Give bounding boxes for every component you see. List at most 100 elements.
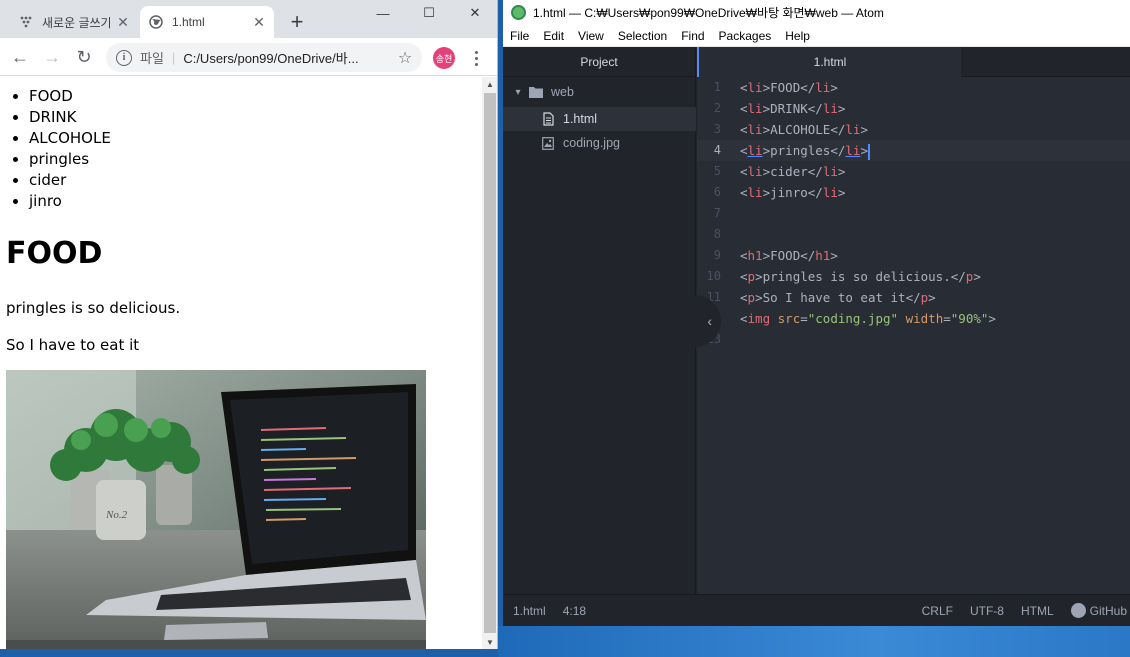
list-item: DRINK [29,107,111,128]
line-number: 9 [713,248,721,262]
new-tab-button[interactable]: + [284,9,310,35]
status-file-name[interactable]: 1.html [513,604,546,618]
status-encoding[interactable]: UTF-8 [970,604,1004,618]
code-line[interactable]: 2 <li>DRINK</li> [697,98,1130,119]
bookmark-star-icon[interactable]: ☆ [392,48,418,68]
kebab-menu-icon[interactable] [466,46,486,70]
code-line[interactable]: 7 [697,203,1130,224]
tree-file-label: coding.jpg [563,136,620,150]
page-list: FOOD DRINK ALCOHOLE pringles cider jinro [29,86,111,212]
project-header[interactable]: Project [503,47,695,77]
line-content: <li>ALCOHOLE</li> [740,122,868,137]
code-line[interactable]: 1 <li>FOOD</li> [697,77,1130,98]
paragraph: So I have to eat it [6,336,140,354]
code-line-current[interactable]: 4 <li>pringles</li> [697,140,1130,161]
line-number: 8 [713,227,721,241]
laptop-plant-photo: No.2 [6,370,426,649]
line-number: 3 [713,122,721,136]
code-line[interactable]: 8 [697,224,1130,245]
page-scrollbar[interactable]: ▲ ▼ [482,77,497,649]
line-number: 6 [713,185,721,199]
scrollbar-thumb[interactable] [484,93,496,633]
github-label: GitHub [1089,603,1127,618]
chevron-down-icon: ▾ [515,86,521,98]
menu-selection[interactable]: Selection [611,29,674,43]
line-content: <li>DRINK</li> [740,101,846,116]
code-line[interactable]: 11 <p>So I have to eat it</p> [697,287,1130,308]
forward-button[interactable]: → [38,43,66,71]
globe-icon [148,14,164,30]
menu-bar: File Edit View Selection Find Packages H… [503,25,1130,47]
line-number: 1 [713,80,721,94]
scroll-up-icon[interactable]: ▲ [482,77,497,91]
code-lines[interactable]: 1 <li>FOOD</li> 2 <li>DRINK</li> 3 <li>ALCO… [697,77,1130,350]
info-icon[interactable]: i [116,49,132,66]
svg-text:No.2: No.2 [105,509,128,521]
line-content: <li>cider</li> [740,164,846,179]
back-button[interactable]: ← [6,43,34,71]
status-line-ending[interactable]: CRLF [922,604,953,618]
atom-title-bar: 1.html — C:₩Users₩pon99₩OneDrive₩바탕 화면₩w… [503,0,1130,25]
close-icon[interactable]: ✕ [250,13,268,31]
line-content: <p>pringles is so delicious.</p> [740,269,981,284]
reload-button[interactable]: ↻ [70,43,98,71]
list-item: jinro [29,191,111,212]
file-text-icon [541,112,555,126]
window-close-button[interactable]: ✕ [452,0,497,26]
line-content: <li>pringles</li> [740,143,870,160]
editor-tab-1-html[interactable]: 1.html [697,47,961,77]
line-number: 4 [713,143,721,157]
code-editor[interactable]: 1.html 1 <li>FOOD</li> 2 <li>DRINK</li> 3 <… [685,47,1130,594]
folder-icon [529,85,543,99]
line-content: <li>jinro</li> [740,185,846,200]
profile-avatar[interactable]: 송현 [433,47,455,69]
close-icon[interactable]: ✕ [114,13,132,31]
tree-file-label: 1.html [563,112,598,126]
tab-title: 1.html [172,15,205,29]
scroll-down-icon[interactable]: ▼ [482,635,497,649]
status-bar: 1.html 4:18 CRLF UTF-8 HTML GitHub [503,594,1130,626]
minimize-button[interactable]: — [360,0,406,26]
status-cursor-position[interactable]: 4:18 [563,604,586,618]
browser-toolbar: ← → ↻ i 파일 | C:/Users/pon99/OneDrive/바..… [0,38,497,76]
project-tree: Project ▾ web 1.html coding.jpg [503,47,696,594]
chrome-window: 새로운 글쓰기 ✕ 1.html ✕ + — ☐ ✕ ← → ↻ i 파일 | … [0,0,498,649]
status-grammar[interactable]: HTML [1021,604,1054,618]
menu-help[interactable]: Help [778,29,817,43]
tab-1-html[interactable]: 1.html ✕ [140,6,274,38]
tab-title: 새로운 글쓰기 [42,15,112,30]
scheme-label: 파일 [140,51,164,66]
github-button[interactable]: GitHub [1070,603,1127,618]
atom-logo-icon [511,5,526,20]
url-text[interactable]: C:/Users/pon99/OneDrive/바... [183,48,392,67]
dots-grid-icon [18,14,34,30]
line-number: 10 [706,269,721,283]
code-line[interactable]: 3 <li>ALCOHOLE</li> [697,119,1130,140]
code-line[interactable]: 6 <li>jinro</li> [697,182,1130,203]
maximize-button[interactable]: ☐ [406,0,452,26]
window-title: 1.html — C:₩Users₩pon99₩OneDrive₩바탕 화면₩w… [533,6,884,20]
desktop-background [498,626,1130,657]
address-bar[interactable]: i 파일 | C:/Users/pon99/OneDrive/바... ☆ [106,43,422,72]
code-line[interactable]: 13 [697,329,1130,350]
menu-find[interactable]: Find [674,29,711,43]
code-line[interactable]: 9 <h1>FOOD</h1> [697,245,1130,266]
code-line[interactable]: 5 <li>cider</li> [697,161,1130,182]
line-number: 5 [713,164,721,178]
tree-file-1-html[interactable]: 1.html [503,107,696,131]
tree-file-coding-jpg[interactable]: coding.jpg [503,131,696,155]
tab-strip: 새로운 글쓰기 ✕ 1.html ✕ + — ☐ ✕ [0,0,497,38]
menu-file[interactable]: File [503,29,536,43]
menu-view[interactable]: View [571,29,611,43]
menu-packages[interactable]: Packages [712,29,779,43]
line-content: <img src="coding.jpg" width="90%"> [740,311,996,326]
atom-window: 1.html — C:₩Users₩pon99₩OneDrive₩바탕 화면₩w… [503,0,1130,626]
line-content: <h1>FOOD</h1> [740,248,838,263]
tree-folder-web[interactable]: ▾ web [503,80,696,104]
tab-new-post[interactable]: 새로운 글쓰기 ✕ [10,6,138,38]
tree-folder-label: web [551,85,574,99]
menu-edit[interactable]: Edit [536,29,571,43]
code-line[interactable]: 10 <p>pringles is so delicious.</p> [697,266,1130,287]
code-line[interactable]: 12<img src="coding.jpg" width="90%"> [697,308,1130,329]
paragraph: pringles is so delicious. [6,299,181,317]
